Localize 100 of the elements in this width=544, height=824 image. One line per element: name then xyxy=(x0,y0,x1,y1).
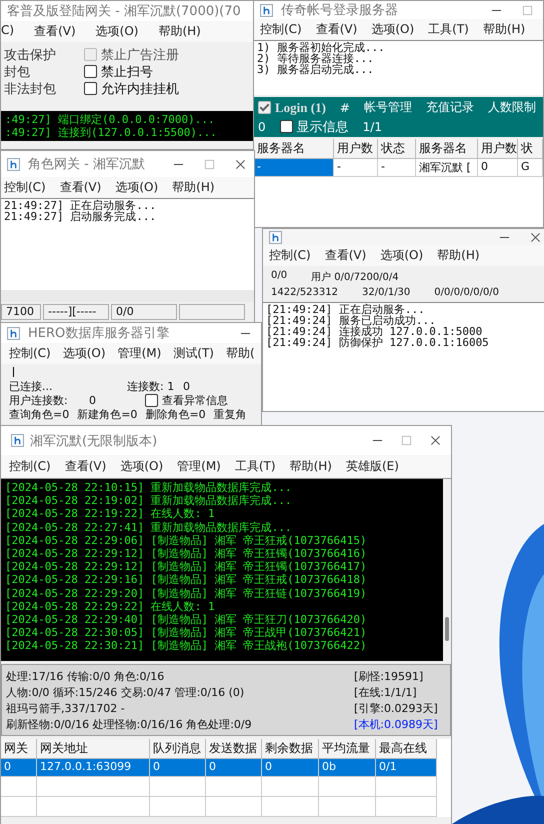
menu-item[interactable]: 查看(V) xyxy=(324,247,366,264)
log-line: 21:49:27] 正在启动服务... xyxy=(4,200,158,211)
empty-table-cell xyxy=(206,777,262,797)
menu-item[interactable]: 选项(O) xyxy=(380,247,424,264)
vertical-scrollbar[interactable] xyxy=(443,479,451,661)
toolbar-link[interactable]: 人数限制 xyxy=(488,99,536,116)
checkbox[interactable] xyxy=(280,120,293,133)
horizontal-scrollbar[interactable] xyxy=(1,290,254,302)
window-title: 角色网关 - 湘军沉默 xyxy=(28,156,145,173)
menu-item[interactable]: 选项(O) xyxy=(371,21,414,38)
column-header[interactable]: 用户数 xyxy=(334,139,378,159)
stat-text: 0/0/0/0/0/0/0 xyxy=(434,287,500,298)
status-text: 已连接... xyxy=(9,378,54,394)
menu-item[interactable]: 帮助(H) xyxy=(437,247,480,264)
checkbox-label: 查看异常信息 xyxy=(162,392,228,408)
menu-item[interactable]: 工具(T) xyxy=(234,458,276,475)
table-cell[interactable]: 0 xyxy=(150,759,206,777)
column-header[interactable]: 状态 xyxy=(378,139,416,159)
checkbox-label: 禁止广告注册 xyxy=(101,46,179,64)
status-panel: -----][----- xyxy=(43,304,109,320)
stat-text: [本机:0.0989天] xyxy=(354,716,439,732)
counter-text: 新建角色=0 xyxy=(77,406,138,422)
column-header[interactable]: 平均流量 xyxy=(319,739,376,759)
column-header[interactable]: 状 xyxy=(518,139,543,159)
table-cell[interactable]: 127.0.0.1:63099 xyxy=(37,759,150,777)
window-title: HERO数据库服务器引擎 xyxy=(28,325,170,342)
log-line: 3) 服务器启动完成... xyxy=(257,64,375,75)
menu-item[interactable]: 帮助(H) xyxy=(172,179,215,196)
menu-item[interactable]: 控制(C) xyxy=(4,179,46,196)
menu-item[interactable]: 工具(T) xyxy=(428,21,469,38)
menu-item[interactable]: 管理(M) xyxy=(118,345,162,362)
menu-item[interactable]: 查看(V) xyxy=(64,458,106,475)
menu-item[interactable]: 测试(T) xyxy=(173,345,214,362)
menu-item[interactable]: 控制(C) xyxy=(269,247,311,264)
menu-item[interactable]: 控制(C) xyxy=(9,345,51,362)
menu-item[interactable]: 帮助(H) xyxy=(290,458,332,475)
checkbox[interactable] xyxy=(84,82,97,95)
table-cell[interactable]: - xyxy=(254,159,334,177)
empty-table-cell xyxy=(1,797,37,817)
column-header[interactable]: 网关 xyxy=(1,739,37,759)
menu-item[interactable]: 帮助(H) xyxy=(482,21,526,38)
scroll-thumb[interactable] xyxy=(445,617,449,641)
text-cursor-icon xyxy=(13,367,14,377)
user-connection-count: 0 xyxy=(89,394,97,406)
menu-item[interactable]: 查看(V) xyxy=(316,21,358,38)
empty-table-cell xyxy=(319,777,376,797)
column-header[interactable]: 剩余数据 xyxy=(262,739,319,759)
column-header[interactable]: 服务器名 xyxy=(254,139,334,159)
checkbox[interactable] xyxy=(84,65,97,78)
log-line: [2024-05-28 22:29:20] [制造物品] 湘军 帝王狂链(1073766419) xyxy=(5,586,368,600)
column-header[interactable]: 用户数 xyxy=(478,139,518,159)
menu-item[interactable]: 帮助(H) xyxy=(158,23,201,40)
log-line: [2024-05-28 22:19:02] 重新加载物品数据库完成... xyxy=(5,494,293,508)
table-cell[interactable]: 0 xyxy=(262,759,319,777)
empty-table-cell xyxy=(150,777,206,797)
toolbar-link[interactable]: 充值记录 xyxy=(426,99,474,116)
log-line: [2024-05-28 22:29:16] [制造物品] 湘军 帝王狂戒(1073766418) xyxy=(5,573,368,587)
menu-item[interactable]: 选项(O) xyxy=(120,458,164,475)
menu-item[interactable]: 控制(C) xyxy=(9,458,51,475)
menu-item[interactable]: 选项(O) xyxy=(62,345,106,362)
stat-text: [在线:1/1/1] xyxy=(354,684,418,700)
window-title: 传奇帐号登录服务器 xyxy=(281,2,398,19)
menu-item[interactable]: 控制(C) xyxy=(260,21,302,38)
log-line: [2024-05-28 22:29:22] 在线人数: 1 xyxy=(5,600,216,614)
app-icon xyxy=(11,434,24,447)
stat-text: 处理:17/16 传输:0/0 角色:0/16 xyxy=(6,668,164,684)
window-title: 湘军沉默(无限制版本) xyxy=(30,432,158,450)
table-cell[interactable]: 0 xyxy=(1,759,37,777)
menu-item[interactable]: 帮助( xyxy=(226,345,255,362)
table-cell[interactable]: 0 xyxy=(206,759,262,777)
option-label: 封包 xyxy=(4,64,31,80)
column-header[interactable]: 最高在线 xyxy=(376,739,437,759)
log-line: 2) 等待服务器连接... xyxy=(257,53,375,64)
log-line: [2024-05-28 22:29:12] [制造物品] 湘军 帝王狂镯(1073766417) xyxy=(5,560,368,574)
log-line: [2024-05-28 22:29:12] [制造物品] 湘军 帝王狂镯(1073766416) xyxy=(5,547,368,560)
menu-item[interactable]: 查看(V) xyxy=(34,23,76,40)
toolbar-link[interactable]: 帐号管理 xyxy=(364,99,412,116)
log-line: [2024-05-28 22:29:40] [制造物品] 湘军 帝王狂刀(1073766420) xyxy=(5,613,368,626)
menu-item[interactable]: 查看(V) xyxy=(60,179,102,196)
checkbox-label: 禁止扫号 xyxy=(101,64,153,80)
close-icon[interactable] xyxy=(430,435,441,446)
column-header[interactable]: 服务器名 xyxy=(416,139,478,159)
menu-item[interactable]: 英雄版(E) xyxy=(346,458,399,475)
table-cell[interactable]: 0/1 xyxy=(376,759,437,777)
connection-count: 连接数: 1 xyxy=(127,378,176,394)
log-line: :49:27] 端口绑定(0.0.0.0:7000)... xyxy=(5,113,216,126)
close-icon[interactable] xyxy=(234,158,246,170)
log-line: 21:49:27] 启动服务完成... xyxy=(4,211,158,222)
close-icon[interactable] xyxy=(530,232,541,242)
checkbox[interactable] xyxy=(145,394,158,406)
menu-item[interactable]: 选项(O) xyxy=(115,179,158,196)
log-line: [21:49:24] 连接成功 127.0.0.1:5000 xyxy=(266,326,482,337)
user-connection-label: 用户连接数: xyxy=(9,392,69,408)
menu-item[interactable]: C) xyxy=(1,23,14,40)
menu-item[interactable]: 选项(O) xyxy=(96,23,138,40)
column-header[interactable]: 发送数据 xyxy=(206,739,262,759)
column-header[interactable]: 队列消息 xyxy=(150,739,206,759)
menu-item[interactable]: 管理(M) xyxy=(177,458,221,475)
table-cell[interactable]: 0b xyxy=(319,759,376,777)
column-header[interactable]: 网关地址 xyxy=(37,739,150,759)
